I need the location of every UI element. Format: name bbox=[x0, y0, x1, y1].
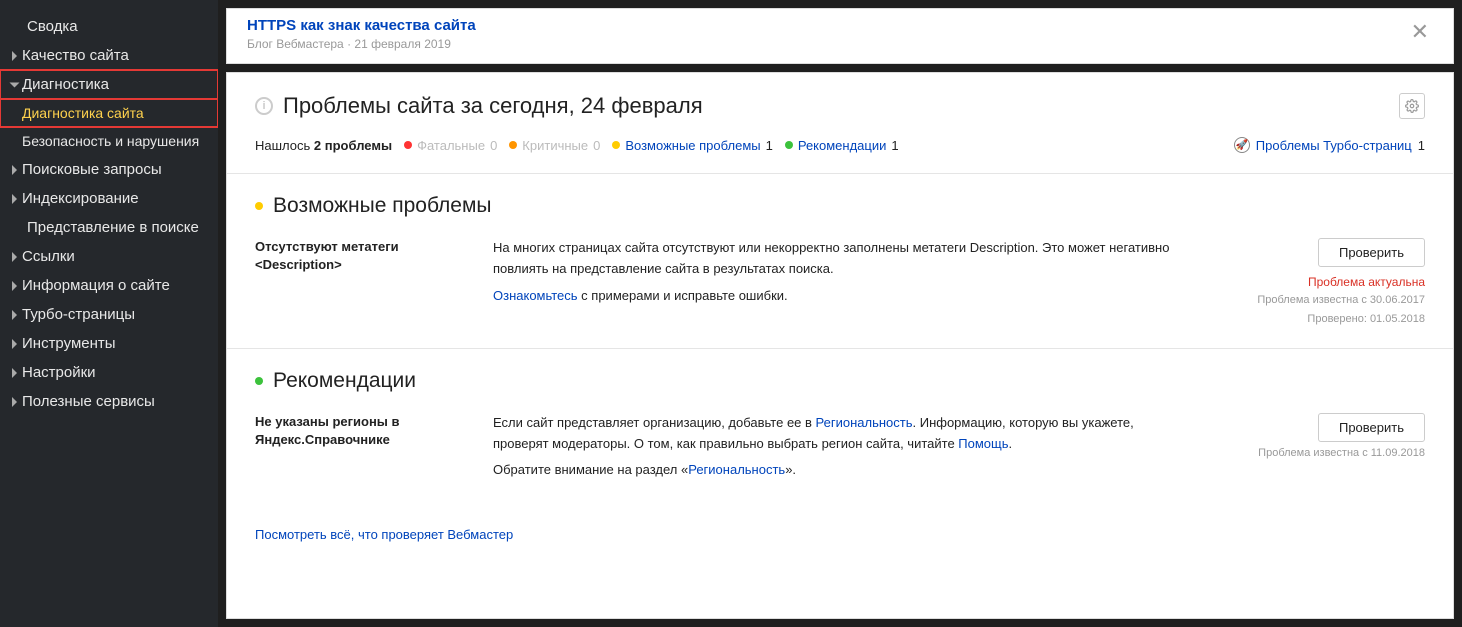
sidebar-item-label: Инструменты bbox=[22, 335, 116, 352]
sidebar-subitem[interactable]: Безопасность и нарушения bbox=[0, 127, 218, 155]
sidebar-item-label: Настройки bbox=[22, 364, 96, 381]
info-icon: i bbox=[255, 97, 273, 115]
summary-badge: Критичные 0 bbox=[509, 138, 600, 153]
status-dot-icon bbox=[255, 202, 263, 210]
sidebar-item[interactable]: Сводка bbox=[0, 12, 218, 41]
issue-row: Отсутствуют метатеги <Description>На мно… bbox=[255, 238, 1425, 328]
status-badge: Проблема актуальна bbox=[1215, 275, 1425, 289]
sidebar-item-label: Диагностика bbox=[22, 76, 109, 93]
check-button[interactable]: Проверить bbox=[1318, 413, 1425, 442]
issue-name: Не указаны регионы в Яндекс.Справочнике bbox=[255, 413, 473, 487]
regionality-link[interactable]: Региональность bbox=[816, 415, 913, 430]
summary-row: Нашлось 2 проблемы Фатальные 0 Критичные … bbox=[255, 137, 1425, 153]
summary-badge[interactable]: Возможные проблемы 1 bbox=[612, 138, 773, 153]
close-icon[interactable]: ✕ bbox=[1407, 17, 1433, 47]
chevron-icon bbox=[12, 339, 17, 349]
chevron-icon bbox=[12, 194, 17, 204]
page-title: Проблемы сайта за сегодня, 24 февраля bbox=[283, 93, 703, 119]
status-dot-icon bbox=[404, 141, 412, 149]
issue-name: Отсутствуют метатеги <Description> bbox=[255, 238, 473, 328]
sidebar-item-label: Полезные сервисы bbox=[22, 393, 155, 410]
sidebar-item[interactable]: Полезные сервисы bbox=[0, 387, 218, 416]
sidebar-item[interactable]: Индексирование bbox=[0, 184, 218, 213]
issue-row: Не указаны регионы в Яндекс.Справочнике Е… bbox=[255, 413, 1425, 487]
learn-more-link[interactable]: Ознакомьтесь bbox=[493, 288, 578, 303]
status-dot-icon bbox=[255, 377, 263, 385]
regionality-link[interactable]: Региональность bbox=[688, 462, 785, 477]
chevron-icon bbox=[12, 368, 17, 378]
status-dot-icon bbox=[785, 141, 793, 149]
promo-banner: HTTPS как знак качества сайта Блог Вебма… bbox=[226, 8, 1454, 64]
summary-badge[interactable]: Рекомендации 1 bbox=[785, 138, 899, 153]
sidebar-item-label: Представление в поиске bbox=[27, 219, 199, 236]
sidebar-item[interactable]: Представление в поиске bbox=[0, 213, 218, 242]
chevron-icon bbox=[12, 281, 17, 291]
sidebar-item[interactable]: Турбо-страницы bbox=[0, 300, 218, 329]
status-dot-icon bbox=[612, 141, 620, 149]
rocket-icon: 🚀 bbox=[1234, 137, 1250, 153]
found-label: Нашлось 2 проблемы bbox=[255, 138, 392, 153]
issue-description: На многих страницах сайта отсутствуют ил… bbox=[493, 238, 1195, 328]
page-header: i Проблемы сайта за сегодня, 24 февраля bbox=[255, 93, 1425, 119]
view-all-link[interactable]: Посмотреть всё, что проверяет Вебмастер bbox=[255, 527, 513, 542]
banner-meta: Блог Вебмастера · 21 февраля 2019 bbox=[247, 37, 476, 51]
help-link[interactable]: Помощь bbox=[958, 436, 1008, 451]
sidebar-subitem[interactable]: Диагностика сайта bbox=[0, 99, 218, 127]
sidebar: Сводка Качество сайта Диагностика Диагности… bbox=[0, 0, 218, 627]
chevron-icon bbox=[12, 397, 17, 407]
sidebar-item[interactable]: Диагностика bbox=[0, 70, 218, 99]
turbo-problems-link[interactable]: 🚀 Проблемы Турбо-страниц 1 bbox=[1234, 137, 1425, 153]
section-title: Рекомендации bbox=[273, 369, 416, 393]
sidebar-item[interactable]: Поисковые запросы bbox=[0, 155, 218, 184]
sidebar-item-label: Сводка bbox=[27, 18, 78, 35]
banner-title[interactable]: HTTPS как знак качества сайта bbox=[247, 17, 476, 34]
sidebar-item-label: Качество сайта bbox=[22, 47, 129, 64]
status-dot-icon bbox=[509, 141, 517, 149]
sidebar-item[interactable]: Настройки bbox=[0, 358, 218, 387]
gear-icon bbox=[1405, 99, 1419, 113]
check-button[interactable]: Проверить bbox=[1318, 238, 1425, 267]
content-area: i Проблемы сайта за сегодня, 24 февраля … bbox=[226, 72, 1454, 619]
chevron-icon bbox=[12, 165, 17, 175]
known-since: Проблема известна с 11.09.2018 bbox=[1215, 446, 1425, 461]
checked-date: Проверено: 01.05.2018 bbox=[1215, 312, 1425, 327]
summary-badge: Фатальные 0 bbox=[404, 138, 497, 153]
section-title: Возможные проблемы bbox=[273, 194, 492, 218]
settings-button[interactable] bbox=[1399, 93, 1425, 119]
issue-description: Если сайт представляет организацию, доба… bbox=[493, 413, 1195, 487]
chevron-icon bbox=[12, 252, 17, 262]
sidebar-item[interactable]: Инструменты bbox=[0, 329, 218, 358]
sidebar-item-label: Поисковые запросы bbox=[22, 161, 162, 178]
sidebar-item[interactable]: Качество сайта bbox=[0, 41, 218, 70]
chevron-icon bbox=[12, 51, 17, 61]
sidebar-item[interactable]: Информация о сайте bbox=[0, 271, 218, 300]
sidebar-item-label: Турбо-страницы bbox=[22, 306, 135, 323]
sidebar-item[interactable]: Ссылки bbox=[0, 242, 218, 271]
sidebar-item-label: Индексирование bbox=[22, 190, 139, 207]
sidebar-item-label: Информация о сайте bbox=[22, 277, 170, 294]
sidebar-item-label: Ссылки bbox=[22, 248, 75, 265]
chevron-icon bbox=[10, 82, 20, 87]
chevron-icon bbox=[12, 310, 17, 320]
known-since: Проблема известна с 30.06.2017 bbox=[1215, 293, 1425, 308]
